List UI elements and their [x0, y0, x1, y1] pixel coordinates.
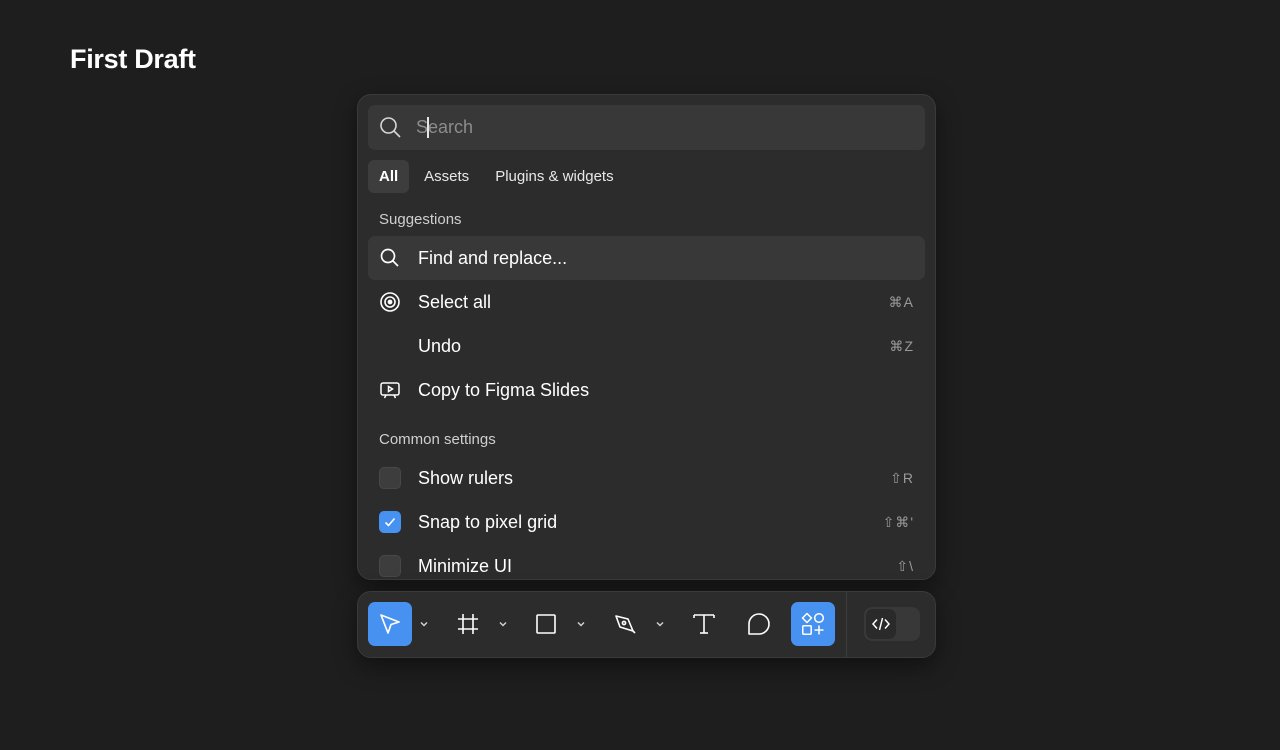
- chevron-down-icon[interactable]: [654, 618, 666, 630]
- suggestions-heading: Suggestions: [379, 211, 462, 228]
- shape-tool-button[interactable]: [524, 602, 568, 646]
- dev-mode-knob: [866, 609, 896, 639]
- pen-icon: [615, 615, 636, 634]
- setting-label: Show rulers: [418, 467, 514, 488]
- setting-shortcut: ⇧⌘': [882, 513, 914, 530]
- action-label: Select all: [418, 291, 492, 312]
- chevron-down-icon[interactable]: [497, 618, 509, 630]
- search-icon: [380, 117, 401, 138]
- snap-to-pixel-grid-checkbox[interactable]: [379, 511, 401, 533]
- setting-label: Snap to pixel grid: [418, 511, 558, 532]
- tab-assets[interactable]: Assets: [413, 160, 480, 193]
- checkmark-icon: [384, 517, 396, 527]
- common-settings-heading: Common settings: [379, 431, 496, 448]
- comment-tool-button[interactable]: [737, 602, 781, 646]
- action-select-all[interactable]: Select all ⌘A: [368, 280, 925, 324]
- dev-mode-toggle[interactable]: [864, 607, 920, 641]
- target-icon: [380, 292, 400, 312]
- frame-icon: [458, 614, 478, 634]
- setting-minimize-ui[interactable]: Minimize UI ⇧\: [368, 544, 925, 579]
- action-label: Undo: [418, 335, 462, 356]
- rectangle-icon: [536, 614, 556, 634]
- chevron-down-icon[interactable]: [418, 618, 430, 630]
- tab-bar: All Assets Plugins & widgets: [368, 160, 629, 193]
- slides-icon: [380, 382, 400, 399]
- setting-shortcut: ⇧\: [896, 557, 914, 574]
- text-caret: [427, 117, 429, 138]
- action-label: Copy to Figma Slides: [418, 379, 590, 400]
- search-box[interactable]: [368, 105, 925, 150]
- actions-panel: All Assets Plugins & widgets Suggestions…: [357, 94, 936, 580]
- action-shortcut: ⌘Z: [889, 337, 914, 354]
- show-rulers-checkbox[interactable]: [379, 467, 401, 489]
- action-undo[interactable]: Undo ⌘Z: [368, 324, 925, 368]
- toolbar-divider: [846, 592, 847, 657]
- search-icon: [380, 248, 399, 267]
- text-icon: [693, 614, 715, 634]
- text-tool-button[interactable]: [682, 602, 726, 646]
- cursor-icon: [380, 614, 400, 634]
- shapes-plus-icon: [801, 612, 825, 635]
- action-shortcut: ⌘A: [888, 293, 914, 310]
- document-title[interactable]: First Draft: [70, 44, 196, 75]
- code-icon: [871, 617, 891, 631]
- tab-plugins-widgets[interactable]: Plugins & widgets: [484, 160, 624, 193]
- bottom-toolbar: [357, 591, 936, 658]
- pen-tool-button[interactable]: [603, 602, 647, 646]
- chevron-down-icon[interactable]: [575, 618, 587, 630]
- figma-canvas: First Draft All Assets Plugins & widgets…: [0, 0, 1280, 750]
- comment-icon: [748, 613, 770, 635]
- action-label: Find and replace...: [418, 247, 568, 268]
- frame-tool-button[interactable]: [446, 602, 490, 646]
- search-input[interactable]: [416, 105, 906, 150]
- actions-tool-button[interactable]: [791, 602, 835, 646]
- setting-label: Minimize UI: [418, 555, 513, 576]
- setting-snap-to-pixel-grid[interactable]: Snap to pixel grid ⇧⌘': [368, 500, 925, 544]
- setting-show-rulers[interactable]: Show rulers ⇧R: [368, 456, 925, 500]
- tab-all[interactable]: All: [368, 160, 410, 193]
- minimize-ui-checkbox[interactable]: [379, 555, 401, 577]
- action-copy-to-slides[interactable]: Copy to Figma Slides: [368, 368, 925, 412]
- move-tool-button[interactable]: [368, 602, 412, 646]
- setting-shortcut: ⇧R: [890, 469, 914, 486]
- action-find-and-replace[interactable]: Find and replace...: [368, 236, 925, 280]
